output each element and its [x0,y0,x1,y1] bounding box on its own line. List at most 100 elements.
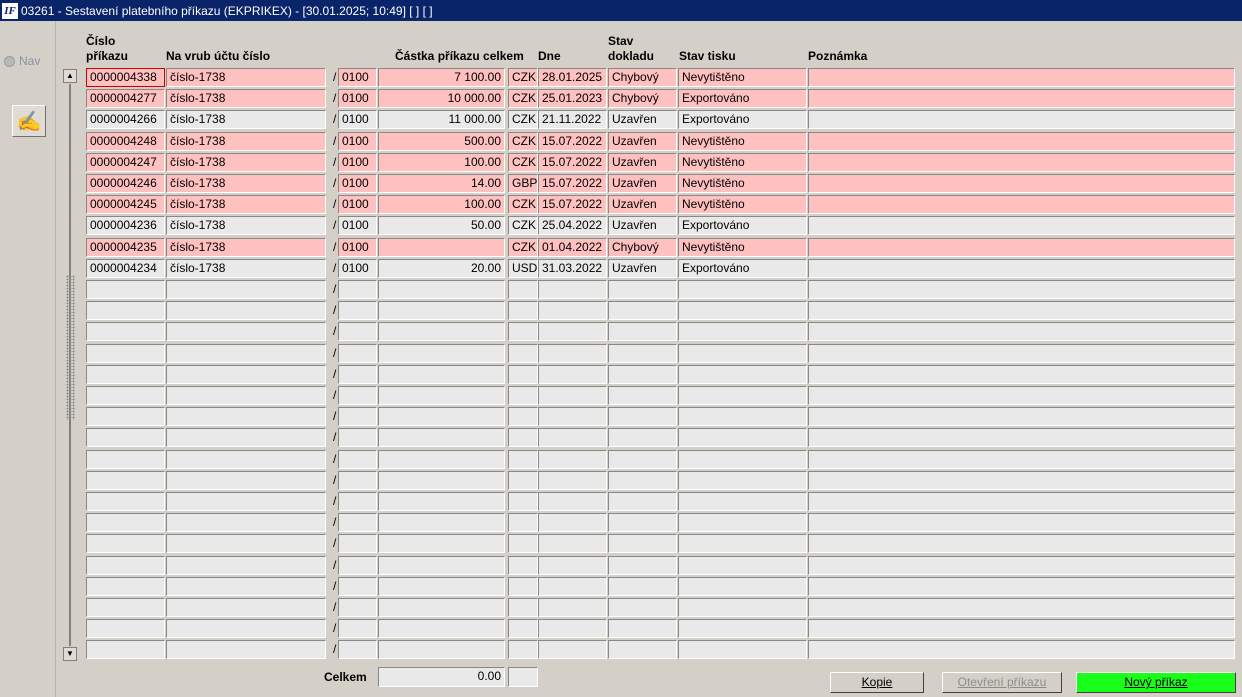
cell-poznamka[interactable] [808,492,1235,511]
cell-cislo[interactable] [86,365,165,384]
cell-tisk[interactable]: Exportováno [678,110,807,129]
cell-castka[interactable] [378,386,505,405]
cell-ucet[interactable]: číslo-1738 [166,89,326,108]
cell-kod[interactable] [338,428,377,447]
cell-castka[interactable] [378,322,505,341]
cell-castka[interactable]: 50.00 [378,216,505,235]
cell-kod[interactable] [338,450,377,469]
cell-cislo[interactable]: 0000004247 [86,153,165,172]
cell-poznamka[interactable] [808,216,1235,235]
cell-ucet[interactable]: číslo-1738 [166,238,326,257]
cell-stav[interactable]: Uzavřen [608,195,677,214]
cell-cislo[interactable] [86,513,165,532]
cell-poznamka[interactable] [808,365,1235,384]
cell-cislo[interactable]: 0000004236 [86,216,165,235]
cell-stav[interactable] [608,301,677,320]
cell-ucet[interactable]: číslo-1738 [166,216,326,235]
table-row[interactable]: 0000004245 číslo-1738 /0100 100.00 CZK 15.07.… [86,195,1236,216]
cell-poznamka[interactable] [808,428,1235,447]
cell-tisk[interactable]: Exportováno [678,216,807,235]
cell-ucet[interactable]: číslo-1738 [166,195,326,214]
cell-tisk[interactable] [678,577,807,596]
cell-dne[interactable] [538,534,607,553]
cell-poznamka[interactable] [808,280,1235,299]
cell-mena[interactable]: CZK [508,195,538,214]
cell-stav[interactable]: Uzavřen [608,132,677,151]
table-row[interactable]: / [86,577,1236,598]
cell-tisk[interactable]: Nevytištěno [678,132,807,151]
cell-ucet[interactable] [166,344,326,363]
cell-castka[interactable] [378,450,505,469]
cell-poznamka[interactable] [808,450,1235,469]
cell-poznamka[interactable] [808,174,1235,193]
cell-stav[interactable]: Uzavřen [608,110,677,129]
cell-mena[interactable]: CZK [508,216,538,235]
cell-kod[interactable]: 0100 [338,259,377,278]
cell-castka[interactable]: 14.00 [378,174,505,193]
cell-tisk[interactable] [678,407,807,426]
cell-cislo[interactable] [86,280,165,299]
cell-dne[interactable]: 15.07.2022 [538,174,607,193]
cell-poznamka[interactable] [808,110,1235,129]
cell-poznamka[interactable] [808,640,1235,659]
cell-poznamka[interactable] [808,322,1235,341]
cell-ucet[interactable] [166,598,326,617]
cell-cislo[interactable]: 0000004338 [86,68,165,87]
cell-kod[interactable]: 0100 [338,216,377,235]
cell-mena[interactable] [508,556,538,575]
cell-mena[interactable]: CZK [508,132,538,151]
cell-kod[interactable] [338,492,377,511]
table-row[interactable]: / [86,471,1236,492]
kopie-button[interactable]: Kopie [830,672,924,693]
cell-poznamka[interactable] [808,598,1235,617]
cell-kod[interactable] [338,322,377,341]
cell-poznamka[interactable] [808,556,1235,575]
cell-stav[interactable] [608,513,677,532]
table-row[interactable]: 0000004246 číslo-1738 /0100 14.00 GBP 15.07.2… [86,174,1236,195]
cell-poznamka[interactable] [808,89,1235,108]
table-row[interactable]: / [86,513,1236,534]
cell-dne[interactable] [538,577,607,596]
cell-tisk[interactable] [678,598,807,617]
cell-kod[interactable] [338,365,377,384]
cell-dne[interactable]: 25.04.2022 [538,216,607,235]
cell-castka[interactable] [378,534,505,553]
cell-stav[interactable]: Chybový [608,238,677,257]
cell-stav[interactable] [608,450,677,469]
cell-castka[interactable] [378,471,505,490]
cell-tisk[interactable]: Nevytištěno [678,195,807,214]
cell-mena[interactable]: USD [508,259,538,278]
cell-tisk[interactable] [678,450,807,469]
cell-poznamka[interactable] [808,619,1235,638]
cell-stav[interactable]: Uzavřen [608,216,677,235]
cell-mena[interactable]: CZK [508,89,538,108]
cell-cislo[interactable] [86,344,165,363]
cell-stav[interactable] [608,598,677,617]
cell-ucet[interactable]: číslo-1738 [166,68,326,87]
cell-mena[interactable] [508,619,538,638]
cell-poznamka[interactable] [808,195,1235,214]
cell-cislo[interactable]: 0000004246 [86,174,165,193]
cell-mena[interactable] [508,534,538,553]
table-row[interactable]: / [86,450,1236,471]
cell-cislo[interactable] [86,450,165,469]
cell-kod[interactable] [338,619,377,638]
cell-tisk[interactable] [678,556,807,575]
cell-ucet[interactable] [166,619,326,638]
cell-castka[interactable] [378,492,505,511]
cell-tisk[interactable] [678,471,807,490]
cell-ucet[interactable] [166,386,326,405]
cell-mena[interactable]: GBP [508,174,538,193]
cell-cislo[interactable] [86,407,165,426]
cell-stav[interactable]: Chybový [608,68,677,87]
cell-kod[interactable] [338,640,377,659]
cell-dne[interactable] [538,471,607,490]
cell-castka[interactable] [378,556,505,575]
cell-mena[interactable]: CZK [508,110,538,129]
cell-castka[interactable]: 11 000.00 [378,110,505,129]
table-row[interactable]: 0000004277 číslo-1738 /0100 10 000.00 CZK 25.… [86,89,1236,110]
table-row[interactable]: / [86,534,1236,555]
cell-mena[interactable]: CZK [508,68,538,87]
cell-dne[interactable] [538,556,607,575]
cell-ucet[interactable] [166,322,326,341]
